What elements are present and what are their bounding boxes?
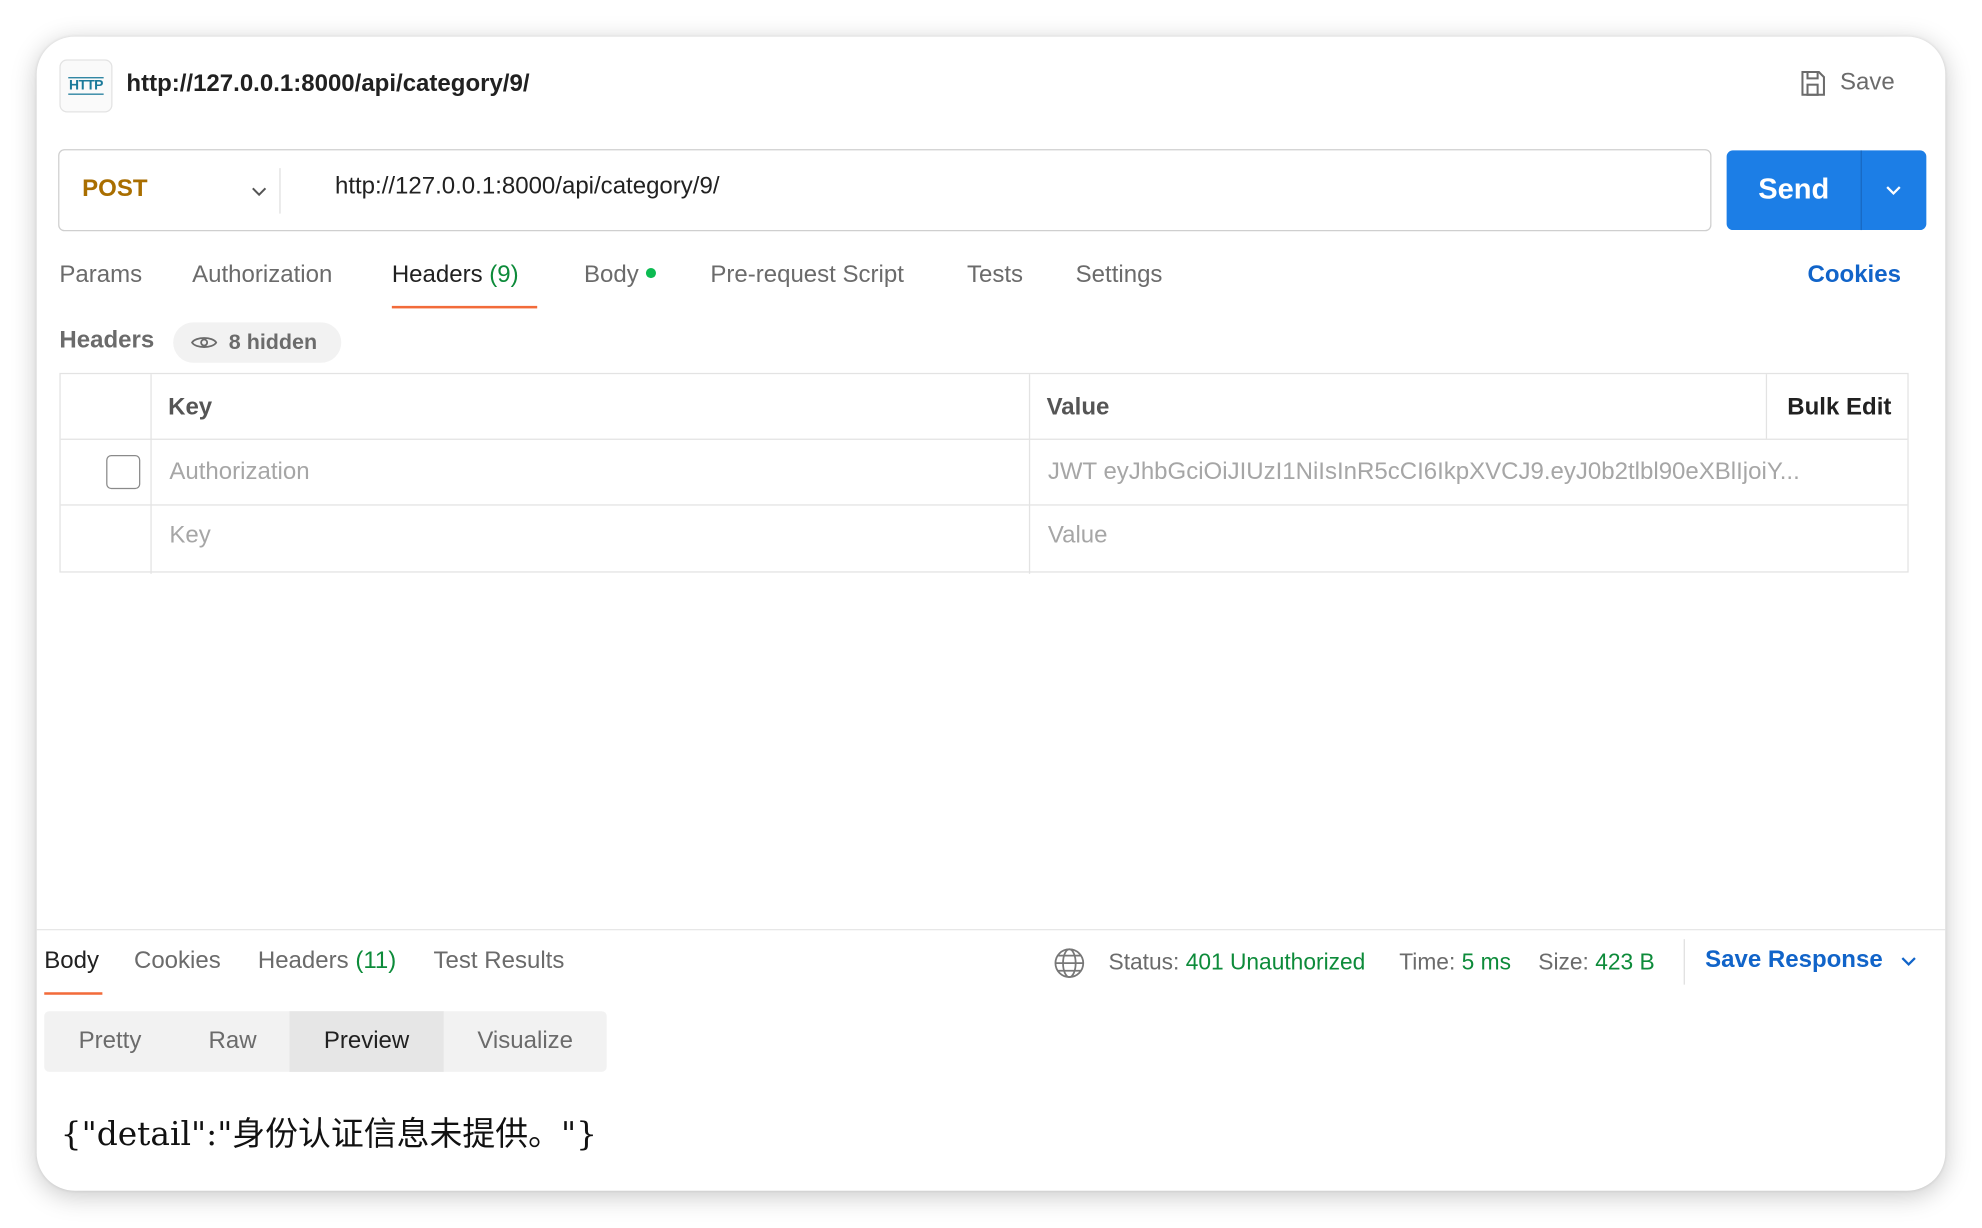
headers-table: Key Value Bulk Edit Authorization JWT ey… bbox=[59, 372, 1909, 574]
response-tab-body[interactable]: Body bbox=[44, 948, 99, 976]
tab-prerequest-script[interactable]: Pre-request Script bbox=[710, 262, 904, 290]
send-divider bbox=[1860, 150, 1862, 231]
response-tab-cookies[interactable]: Cookies bbox=[134, 948, 221, 976]
meta-divider bbox=[1683, 939, 1685, 985]
http-request-icon: HTTP bbox=[59, 59, 113, 113]
send-label: Send bbox=[1758, 171, 1830, 205]
table-divider bbox=[150, 374, 152, 574]
bulk-edit-button[interactable]: Bulk Edit bbox=[1787, 394, 1891, 422]
url-bar: POST http://127.0.0.1:8000/api/category/… bbox=[58, 149, 1712, 232]
response-view-selector: Pretty Raw Preview Visualize bbox=[44, 1011, 607, 1072]
method-select[interactable]: POST bbox=[82, 176, 147, 204]
tab-authorization[interactable]: Authorization bbox=[192, 262, 332, 290]
response-tab-test-results[interactable]: Test Results bbox=[434, 948, 565, 976]
response-headers-count: (11) bbox=[355, 948, 397, 975]
active-tab-indicator bbox=[391, 305, 538, 309]
hidden-headers-toggle[interactable]: 8 hidden bbox=[173, 322, 342, 363]
column-header-value: Value bbox=[1046, 394, 1110, 421]
tab-tests[interactable]: Tests bbox=[967, 262, 1023, 290]
view-raw[interactable]: Raw bbox=[176, 1011, 290, 1072]
eye-icon bbox=[191, 337, 218, 348]
table-divider bbox=[1765, 374, 1768, 439]
tab-headers[interactable]: Headers (9) bbox=[392, 262, 519, 290]
save-response-button[interactable]: Save Response bbox=[1705, 947, 1920, 975]
table-divider bbox=[60, 438, 1908, 440]
chevron-down-icon[interactable] bbox=[1881, 177, 1906, 202]
active-response-tab-indicator bbox=[44, 992, 103, 995]
chevron-down-icon bbox=[1902, 957, 1917, 967]
tab-body[interactable]: Body bbox=[584, 262, 657, 290]
response-tab-headers[interactable]: Headers (11) bbox=[258, 948, 396, 976]
table-divider bbox=[1028, 374, 1031, 574]
save-label: Save bbox=[1839, 69, 1895, 97]
header-key-cell[interactable]: Authorization bbox=[169, 459, 1003, 487]
response-time[interactable]: Time: 5 ms bbox=[1399, 949, 1511, 976]
send-button[interactable]: Send bbox=[1726, 150, 1927, 231]
request-panel: HTTP http://127.0.0.1:8000/api/category/… bbox=[36, 36, 1946, 1191]
globe-icon[interactable] bbox=[1053, 947, 1086, 980]
view-pretty[interactable]: Pretty bbox=[44, 1011, 175, 1072]
header-enable-checkbox[interactable] bbox=[106, 455, 141, 490]
request-title[interactable]: http://127.0.0.1:8000/api/category/9/ bbox=[126, 71, 529, 99]
response-status[interactable]: Status: 401 Unauthorized bbox=[1109, 949, 1366, 976]
url-divider bbox=[279, 168, 281, 214]
new-value-input[interactable]: Value bbox=[1048, 522, 1108, 550]
url-input[interactable]: http://127.0.0.1:8000/api/category/9/ bbox=[335, 173, 720, 201]
chevron-down-icon[interactable] bbox=[246, 178, 271, 203]
headers-section-label: Headers bbox=[59, 327, 155, 354]
new-key-input[interactable]: Key bbox=[169, 522, 210, 550]
column-header-key: Key bbox=[168, 394, 213, 421]
table-divider bbox=[60, 504, 1908, 506]
response-body-preview: {"detail":"身份认证信息未提供。"} bbox=[60, 1116, 597, 1155]
response-size[interactable]: Size: 423 B bbox=[1538, 949, 1654, 976]
header-value-cell[interactable]: JWT eyJhbGciOiJIUzI1NiIsInR5cCI6IkpXVCJ9… bbox=[1048, 459, 1857, 487]
headers-count: (9) bbox=[489, 261, 519, 289]
view-visualize[interactable]: Visualize bbox=[444, 1011, 607, 1072]
save-button[interactable]: Save bbox=[1797, 68, 1895, 98]
tab-settings[interactable]: Settings bbox=[1076, 262, 1163, 290]
floppy-disk-icon bbox=[1801, 71, 1825, 96]
cookies-link[interactable]: Cookies bbox=[1808, 262, 1901, 290]
tab-params[interactable]: Params bbox=[59, 262, 142, 290]
body-indicator-dot bbox=[646, 267, 657, 279]
response-divider bbox=[36, 929, 1946, 931]
view-preview[interactable]: Preview bbox=[289, 1011, 444, 1072]
